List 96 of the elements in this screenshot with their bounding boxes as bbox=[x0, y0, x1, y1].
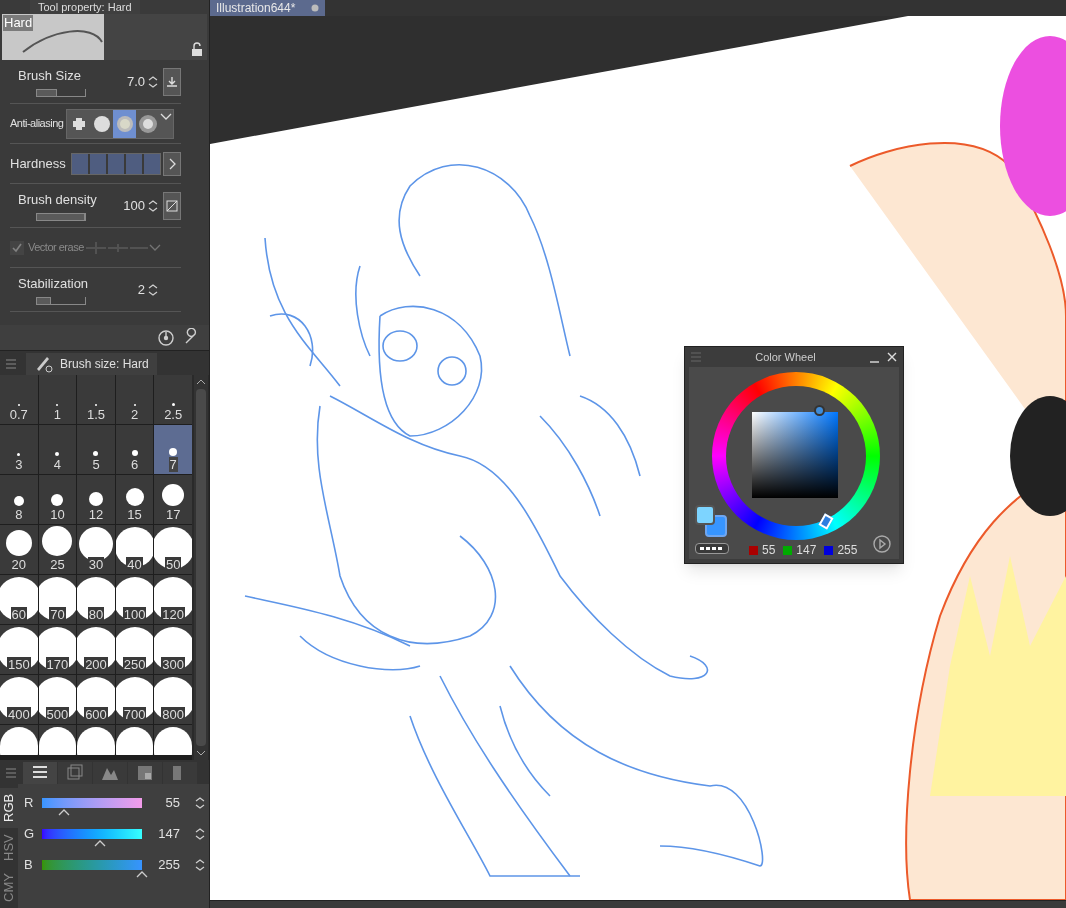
brush-size-preset[interactable]: 7 bbox=[154, 424, 192, 474]
brush-size-preset[interactable]: 2 bbox=[115, 374, 154, 424]
channel-label: G bbox=[24, 824, 36, 843]
setting-label: Brush Size bbox=[18, 67, 82, 86]
spin-arrows-icon[interactable] bbox=[194, 857, 206, 872]
setting-label: Stabilization bbox=[18, 275, 90, 294]
brush-size-preset[interactable]: 4 bbox=[38, 424, 77, 474]
chevron-right-icon bbox=[167, 157, 178, 170]
brush-size-preset[interactable]: 120 bbox=[154, 574, 192, 624]
brush-size-preset[interactable]: 700 bbox=[115, 674, 154, 724]
brush-size-preset[interactable]: 8 bbox=[0, 474, 38, 524]
timer-icon[interactable] bbox=[157, 328, 175, 347]
reset-button[interactable] bbox=[163, 191, 181, 220]
unsaved-dot-icon[interactable] bbox=[311, 4, 320, 12]
brush-size-preset[interactable]: 20 bbox=[0, 524, 38, 574]
brush-name: Hard bbox=[3, 15, 34, 31]
dashes-icon bbox=[700, 547, 724, 550]
brush-size-preset[interactable]: 15 bbox=[115, 474, 154, 524]
brush-size-preset[interactable]: 2.5 bbox=[154, 374, 192, 424]
slash-square-icon bbox=[166, 199, 178, 212]
channel-value: 147 bbox=[796, 542, 817, 559]
brush-size-preset[interactable]: 300 bbox=[154, 624, 192, 674]
brush-size-tab[interactable]: Brush size: Hard bbox=[26, 352, 157, 375]
color-mode-tab[interactable]: HSV bbox=[0, 828, 18, 868]
spin-arrows-icon[interactable] bbox=[147, 198, 159, 213]
channel-label: R bbox=[24, 793, 35, 812]
foreground-color-swatch[interactable] bbox=[695, 505, 715, 525]
document-tab[interactable]: Illustration644* bbox=[210, 0, 326, 16]
size-slider[interactable] bbox=[36, 88, 86, 97]
color-picker-handle[interactable] bbox=[814, 405, 825, 416]
setting-value: 7.0 bbox=[126, 72, 145, 91]
panel-title: Color Wheel bbox=[754, 349, 817, 365]
brush-size-preset[interactable]: 500 bbox=[38, 674, 77, 724]
download-icon bbox=[166, 75, 178, 88]
slider-thumb-icon[interactable] bbox=[58, 808, 70, 816]
brush-size-preset[interactable]: 600 bbox=[77, 674, 115, 724]
brush-size-preset[interactable]: 0.7 bbox=[0, 374, 38, 424]
color-mode-tab[interactable]: RGB bbox=[0, 788, 18, 828]
brush-size-preset[interactable]: 25 bbox=[38, 524, 77, 574]
brush-size-preset[interactable]: 200 bbox=[77, 624, 115, 674]
swatch-icon[interactable] bbox=[135, 763, 155, 783]
brush-size-preset[interactable]: 1.5 bbox=[77, 374, 115, 424]
slider-thumb-icon[interactable] bbox=[94, 839, 106, 847]
next-button[interactable] bbox=[163, 151, 181, 176]
play-icon[interactable] bbox=[873, 535, 891, 553]
brush-size-preset[interactable]: 1 bbox=[38, 374, 77, 424]
download-button[interactable] bbox=[163, 67, 181, 96]
brush-size-preset[interactable]: 170 bbox=[38, 624, 77, 674]
brush-size-preset[interactable]: 5 bbox=[77, 424, 115, 474]
close-icon[interactable] bbox=[885, 350, 899, 364]
channel-value: 147 bbox=[157, 824, 180, 843]
setting-label: Brush density bbox=[18, 191, 98, 210]
spin-arrows-icon[interactable] bbox=[194, 795, 206, 810]
checkmark-icon bbox=[11, 241, 23, 254]
channel-label: B bbox=[24, 855, 34, 874]
brush-tip-icon bbox=[91, 113, 112, 134]
brush-size-preset[interactable]: 70 bbox=[38, 574, 77, 624]
brush-size-preset[interactable]: 250 bbox=[115, 624, 154, 674]
color-mode-tab[interactable]: CMY bbox=[0, 868, 18, 908]
brush-size-preset[interactable]: 80 bbox=[77, 574, 115, 624]
brush-size-preset[interactable]: 150 bbox=[0, 624, 38, 674]
channel-value: 55 bbox=[164, 793, 180, 812]
layers-icon[interactable] bbox=[65, 763, 85, 783]
brush-size-preset[interactable]: 17 bbox=[154, 474, 192, 524]
setting-label: Anti-aliasing bbox=[10, 116, 65, 132]
brush-size-preset[interactable]: 6 bbox=[115, 424, 154, 474]
setting-label: Vector erase bbox=[28, 240, 85, 256]
spin-arrows-icon[interactable] bbox=[194, 826, 206, 841]
brush-size-preset[interactable]: 30 bbox=[77, 524, 115, 574]
transparent-color-button[interactable] bbox=[695, 543, 729, 554]
spin-arrows-icon[interactable] bbox=[147, 74, 159, 89]
brush-size-preset[interactable]: 50 bbox=[154, 524, 192, 574]
setting-label: Hardness bbox=[10, 154, 67, 173]
brush-tip-icon bbox=[137, 113, 158, 134]
brush-size-preset[interactable]: 10 bbox=[38, 474, 77, 524]
setting-value: 2 bbox=[137, 280, 145, 299]
setting-value: 100 bbox=[123, 196, 145, 215]
slider-thumb-icon[interactable] bbox=[136, 870, 148, 878]
saturation-value-square[interactable] bbox=[752, 412, 838, 498]
panel-title: Tool property: Hard bbox=[38, 0, 132, 14]
spin-arrows-icon[interactable] bbox=[147, 282, 159, 297]
brush-size-preset[interactable]: 60 bbox=[0, 574, 38, 624]
brush-size-preset[interactable]: 100 bbox=[115, 574, 154, 624]
brush-size-preset[interactable]: 3 bbox=[0, 424, 38, 474]
channel-value: 255 bbox=[837, 542, 858, 559]
anti-aliasing-option[interactable] bbox=[113, 109, 136, 138]
channel-value: 255 bbox=[157, 855, 180, 874]
brush-size-preset[interactable]: 40 bbox=[115, 524, 154, 574]
brush-size-preset[interactable]: 400 bbox=[0, 674, 38, 724]
brush-tip-icon bbox=[114, 113, 135, 134]
lock-icon[interactable] bbox=[191, 42, 203, 56]
brush-size-preset[interactable]: 12 bbox=[77, 474, 115, 524]
size-slider[interactable] bbox=[36, 212, 86, 221]
channel-value: 55 bbox=[762, 542, 776, 559]
brush-size-preset[interactable]: 800 bbox=[154, 674, 192, 724]
size-slider[interactable] bbox=[36, 296, 86, 305]
